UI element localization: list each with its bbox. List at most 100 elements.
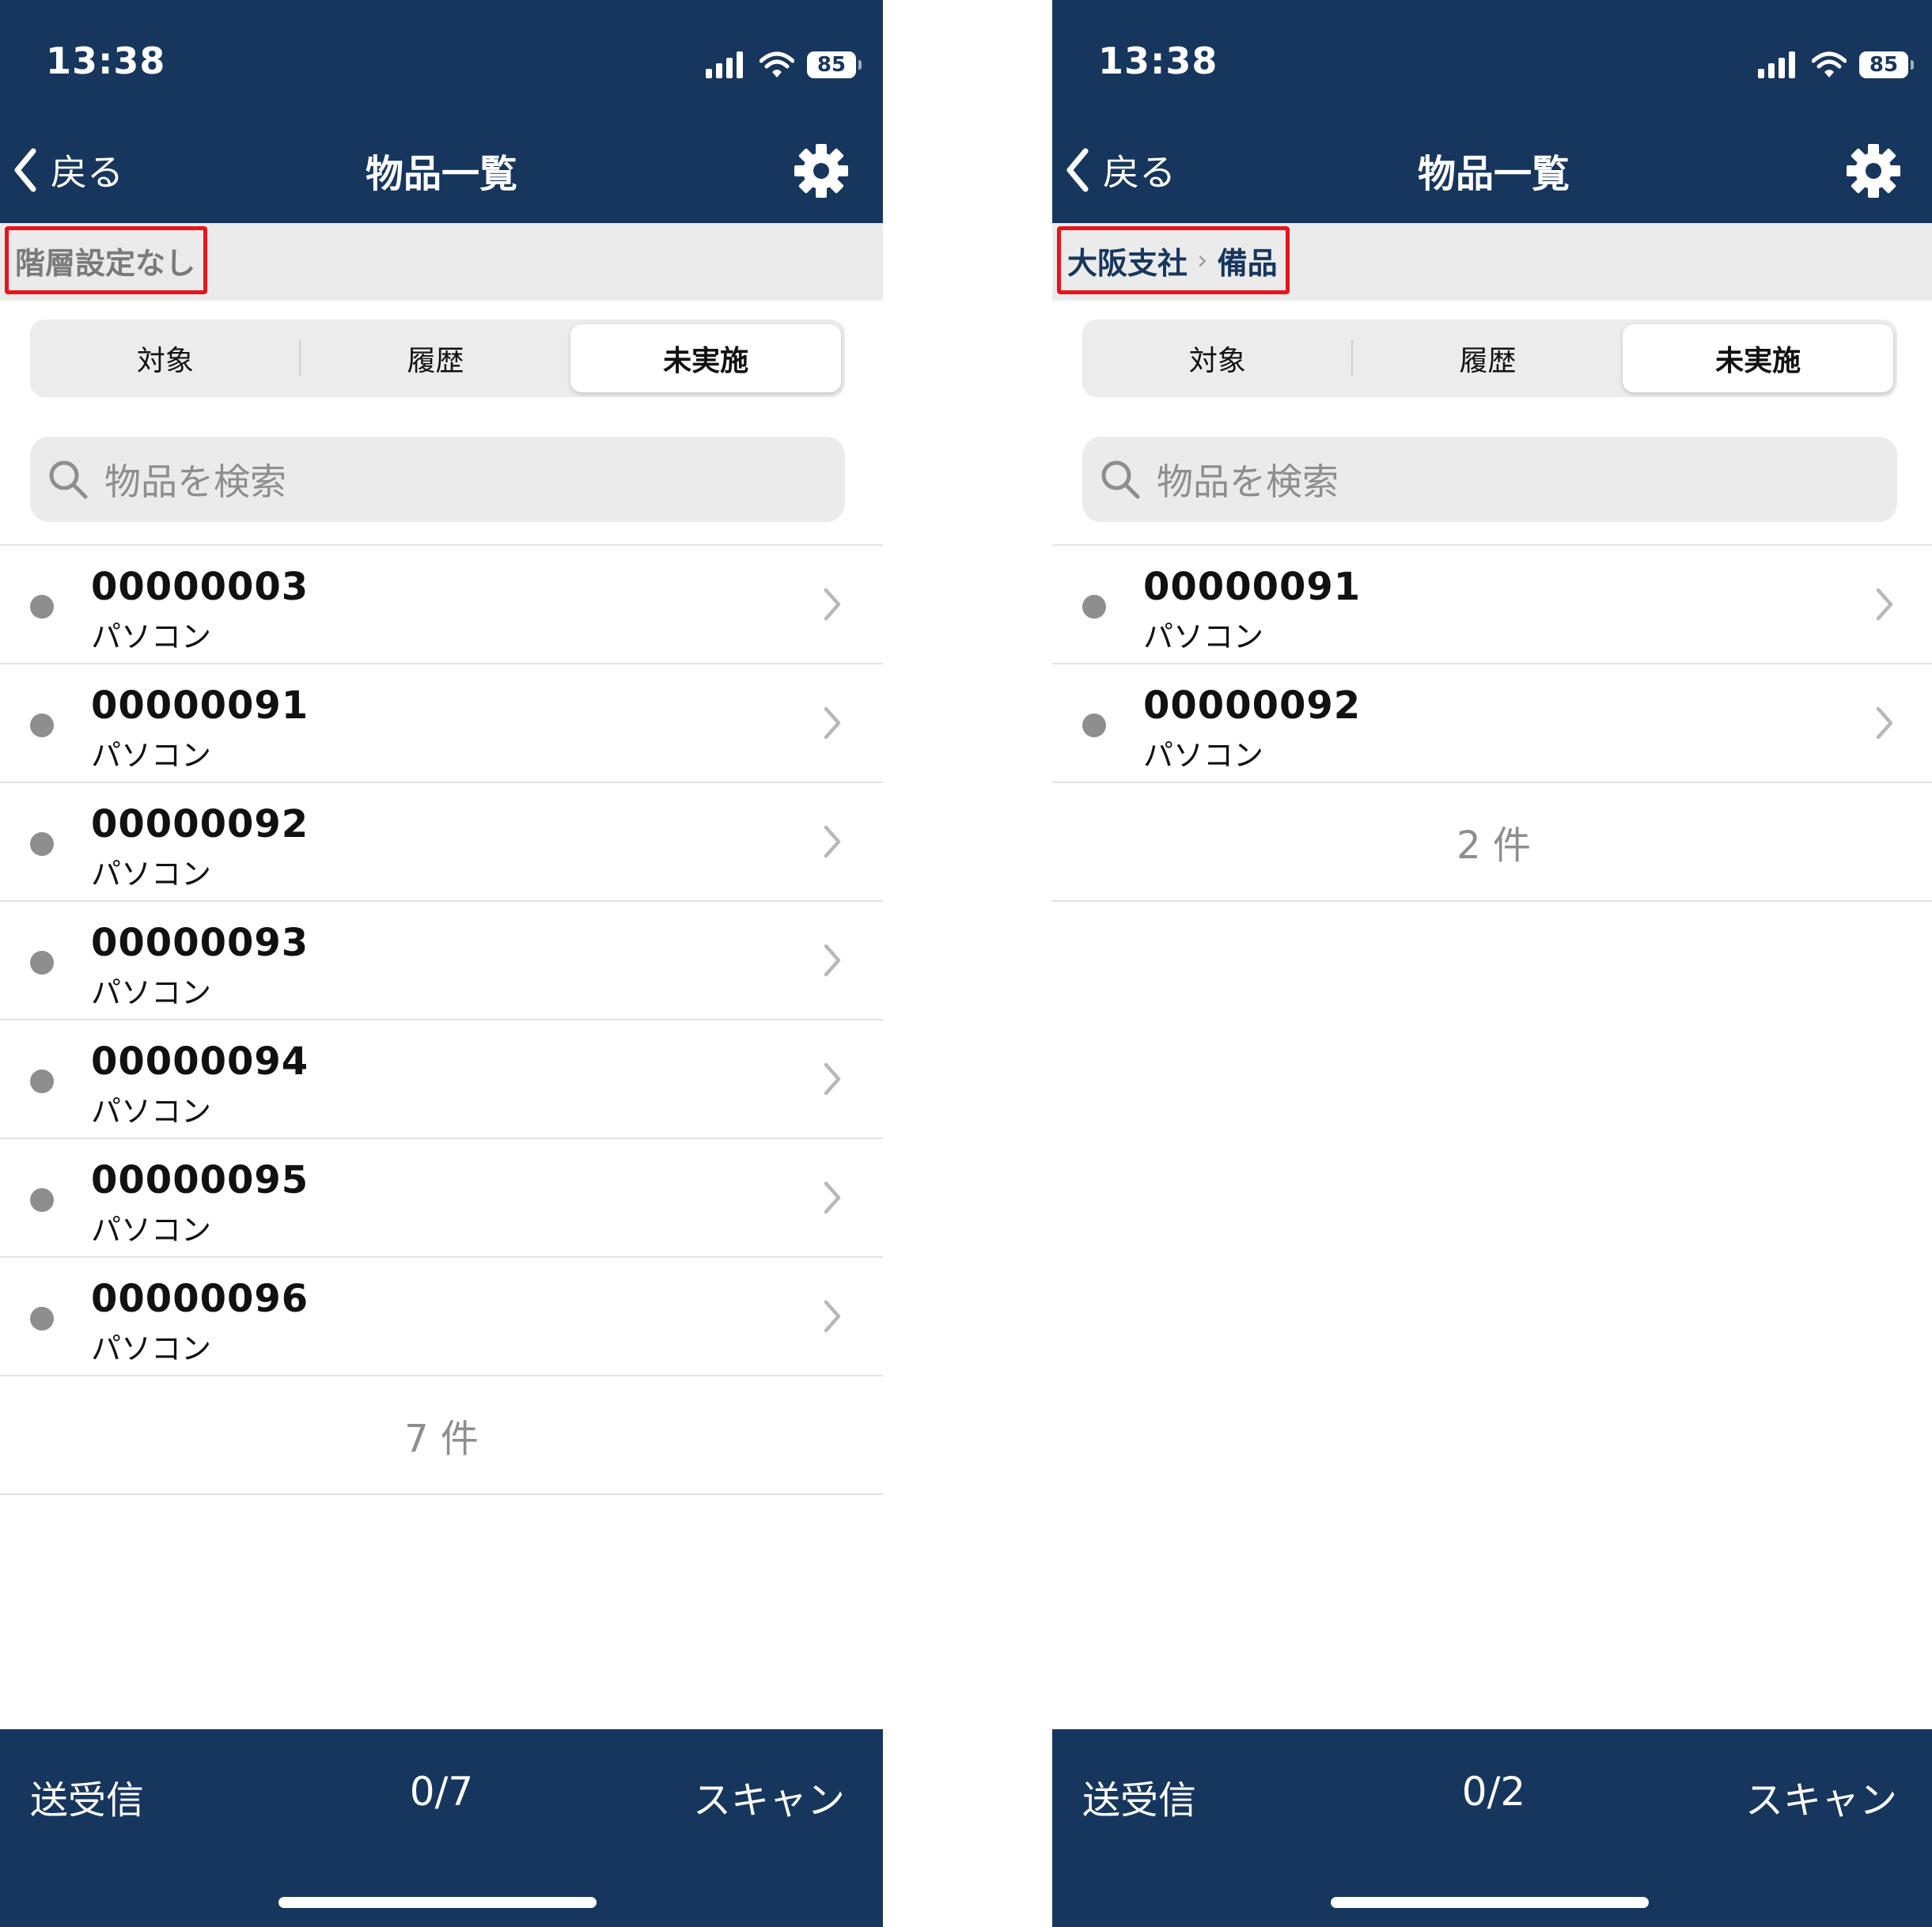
status-time: 13:38 <box>1098 40 1218 82</box>
bottom-toolbar: 送受信 0/2 スキャン <box>1052 1729 1932 1927</box>
gear-icon <box>794 144 848 198</box>
signal-icon <box>706 51 743 78</box>
list-item[interactable]: 00000091 パソコン <box>0 664 883 783</box>
list-item[interactable]: 00000092 パソコン <box>0 783 883 902</box>
status-dot-icon <box>30 1070 54 1093</box>
tab-not-done[interactable]: 未実施 <box>570 324 842 392</box>
chevron-right-icon <box>824 944 841 977</box>
breadcrumb[interactable]: 階層設定なし <box>5 226 208 294</box>
scan-button[interactable]: スキャン <box>1745 1769 1897 1824</box>
wifi-icon <box>760 51 794 78</box>
bottom-toolbar: 送受信 0/7 スキャン <box>0 1729 883 1927</box>
home-indicator[interactable] <box>278 1897 597 1908</box>
status-dot-icon <box>30 714 54 737</box>
item-code: 00000096 <box>91 1277 309 1321</box>
item-count: 2 件 <box>1052 783 1932 902</box>
breadcrumb-separator-icon: › <box>1197 244 1208 276</box>
status-dot-icon <box>1082 714 1106 737</box>
screen-left: 13:38 85 戻る 物品一覧 階層設定なし 対象 履歴 未実施 物品を検索 … <box>0 0 883 1927</box>
item-name: パソコン <box>91 738 212 773</box>
status-dot-icon <box>30 1307 54 1331</box>
status-dot-icon <box>30 595 54 619</box>
search-input[interactable]: 物品を検索 <box>1082 437 1897 522</box>
item-name: パソコン <box>91 975 212 1010</box>
list-item[interactable]: 00000091 パソコン <box>1052 546 1932 664</box>
item-list: 00000003 パソコン 00000091 パソコン 00000092 パソコ… <box>0 544 883 1495</box>
chevron-right-icon <box>824 706 841 740</box>
navigation-header: 13:38 85 戻る 物品一覧 <box>0 0 883 223</box>
list-item[interactable]: 00000003 パソコン <box>0 546 883 664</box>
page-title: 物品一覧 <box>1417 152 1570 196</box>
segmented-control: 対象 履歴 未実施 <box>1082 320 1897 397</box>
search-input[interactable]: 物品を検索 <box>30 437 845 522</box>
chevron-right-icon <box>824 1062 841 1096</box>
breadcrumb-item: 階層設定なし <box>15 245 196 281</box>
item-code: 00000091 <box>91 683 309 728</box>
item-list: 00000091 パソコン 00000092 パソコン 2 件 <box>1052 544 1932 902</box>
navigation-header: 13:38 85 戻る 物品一覧 <box>1052 0 1932 223</box>
item-count: 7 件 <box>0 1376 883 1495</box>
list-item[interactable]: 00000096 パソコン <box>0 1258 883 1376</box>
breadcrumb-item[interactable]: 備品 <box>1218 239 1278 282</box>
wifi-icon <box>1812 51 1847 78</box>
gear-icon <box>1847 144 1900 198</box>
item-name: パソコン <box>91 1331 212 1366</box>
item-code: 00000003 <box>91 565 309 609</box>
battery-icon: 85 <box>807 51 862 78</box>
status-icons: 85 <box>1758 47 1914 82</box>
item-name: パソコン <box>91 619 212 654</box>
tab-history[interactable]: 履歴 <box>1353 324 1623 392</box>
settings-button[interactable] <box>793 142 850 199</box>
signal-icon <box>1758 51 1795 78</box>
tab-target[interactable]: 対象 <box>1082 324 1353 392</box>
chevron-right-icon <box>824 588 841 621</box>
breadcrumb[interactable]: 大阪支社 › 備品 <box>1057 226 1290 294</box>
breadcrumb-bar: 大阪支社 › 備品 <box>1052 223 1932 301</box>
tab-not-done[interactable]: 未実施 <box>1623 324 1894 392</box>
tab-history[interactable]: 履歴 <box>301 324 571 392</box>
segmented-control: 対象 履歴 未実施 <box>30 320 845 397</box>
item-name: パソコン <box>1143 738 1264 773</box>
scan-button[interactable]: スキャン <box>693 1769 845 1824</box>
page-title: 物品一覧 <box>365 152 517 196</box>
list-item[interactable]: 00000094 パソコン <box>0 1020 883 1139</box>
search-placeholder: 物品を検索 <box>1157 460 1339 503</box>
battery-level: 85 <box>816 53 847 77</box>
item-code: 00000094 <box>91 1039 309 1084</box>
item-name: パソコン <box>1143 619 1264 654</box>
item-name: パソコン <box>91 857 212 892</box>
search-icon <box>49 460 88 499</box>
status-dot-icon <box>1082 595 1106 619</box>
chevron-right-icon <box>1876 706 1893 740</box>
item-name: パソコン <box>91 1213 212 1247</box>
chevron-right-icon <box>824 1181 841 1214</box>
battery-tip <box>858 60 862 70</box>
settings-button[interactable] <box>1845 142 1902 199</box>
breadcrumb-bar: 階層設定なし <box>0 223 883 301</box>
status-dot-icon <box>30 832 54 856</box>
search-icon <box>1101 460 1140 499</box>
status-dot-icon <box>30 951 54 975</box>
battery-tip <box>1911 60 1914 70</box>
status-dot-icon <box>30 1188 54 1212</box>
status-icons: 85 <box>706 47 862 82</box>
list-item[interactable]: 00000092 パソコン <box>1052 664 1932 783</box>
screen-right: 13:38 85 戻る 物品一覧 大阪支社 › 備品 対象 履歴 未実施 物品を… <box>1052 0 1932 1927</box>
tab-target[interactable]: 対象 <box>30 324 301 392</box>
item-code: 00000092 <box>1143 683 1362 728</box>
status-time: 13:38 <box>46 40 166 82</box>
item-name: パソコン <box>91 1094 212 1129</box>
breadcrumb-item[interactable]: 大阪支社 <box>1067 239 1188 282</box>
item-code: 00000093 <box>91 921 309 965</box>
chevron-right-icon <box>824 825 841 858</box>
item-code: 00000092 <box>91 802 309 846</box>
list-item[interactable]: 00000093 パソコン <box>0 902 883 1020</box>
item-code: 00000091 <box>1143 565 1362 609</box>
battery-level: 85 <box>1869 53 1899 77</box>
home-indicator[interactable] <box>1331 1897 1649 1908</box>
list-item[interactable]: 00000095 パソコン <box>0 1139 883 1258</box>
chevron-right-icon <box>824 1300 841 1333</box>
chevron-right-icon <box>1876 588 1893 621</box>
item-code: 00000095 <box>91 1158 309 1202</box>
search-placeholder: 物品を検索 <box>104 460 286 503</box>
